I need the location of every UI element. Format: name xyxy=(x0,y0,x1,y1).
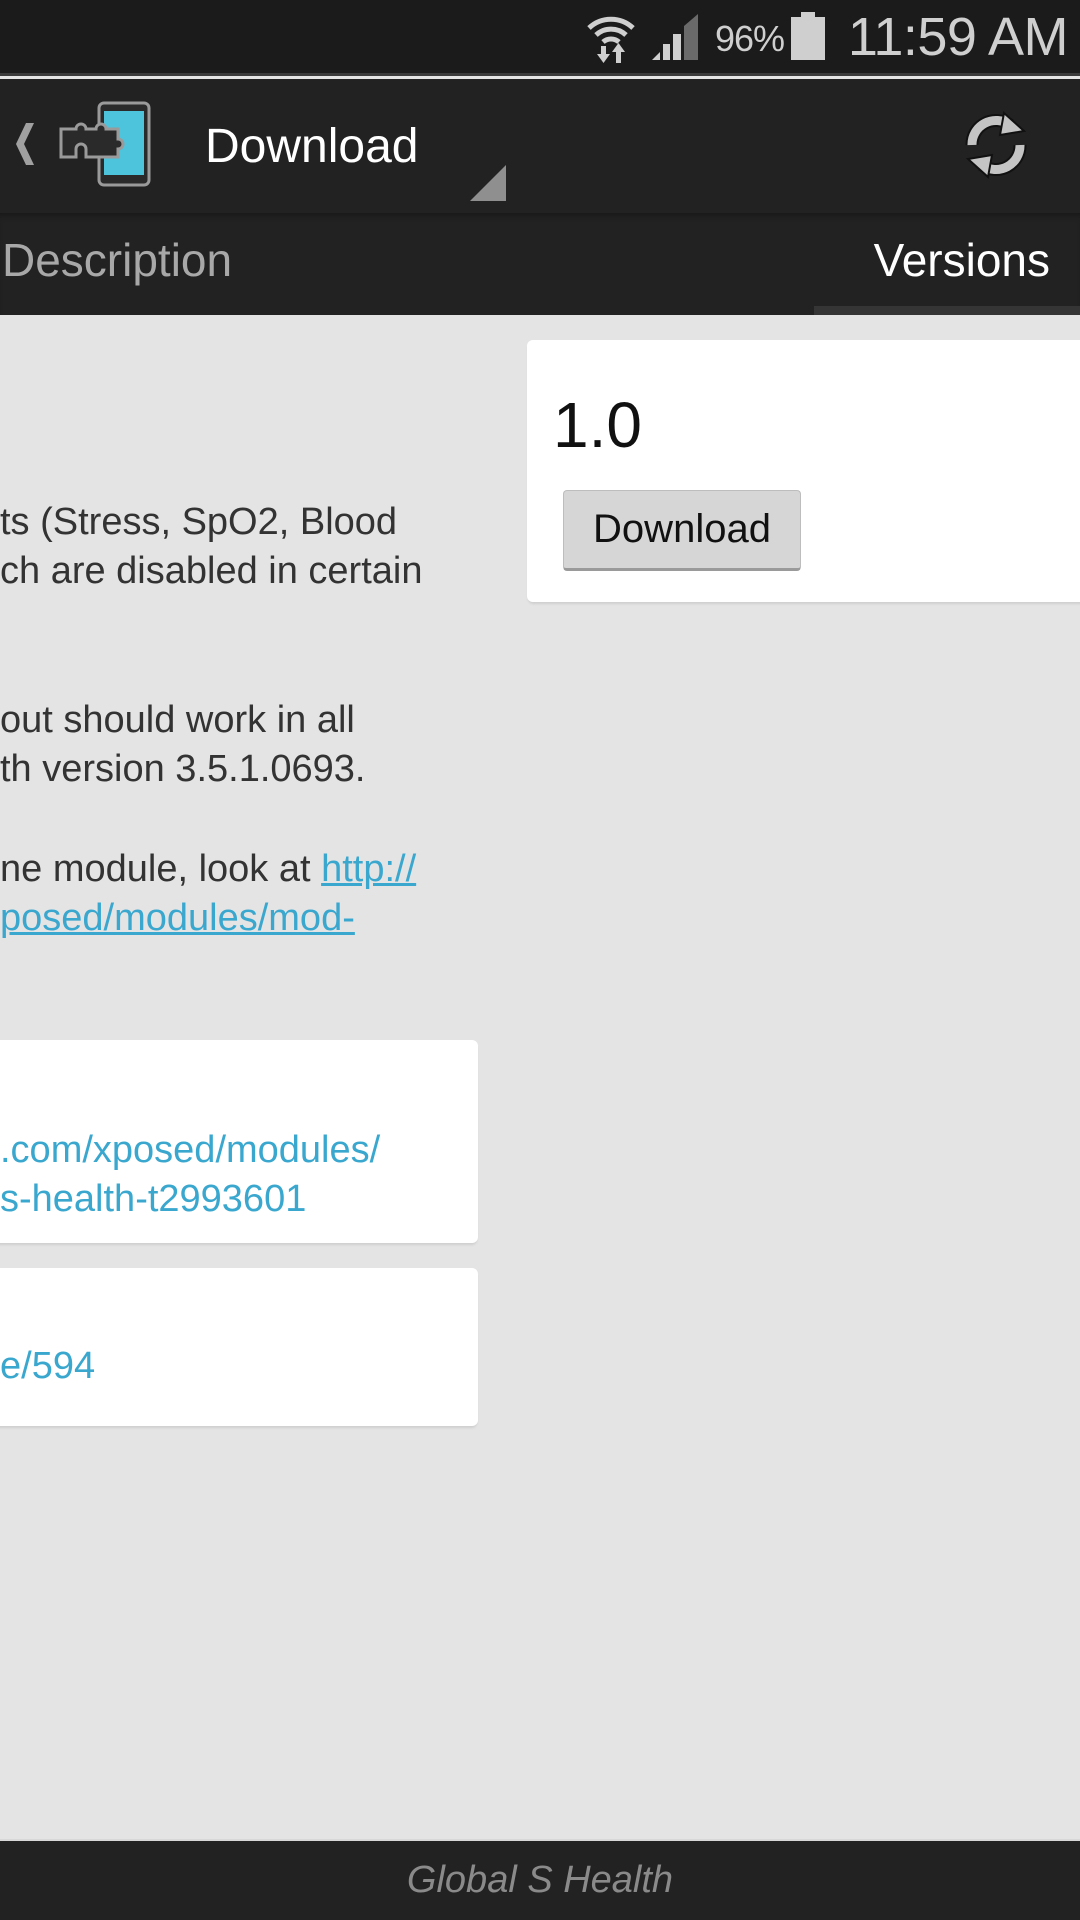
cell-signal-icon xyxy=(652,14,698,60)
wifi-data-transfer-icon xyxy=(587,16,635,63)
description-paragraph: ts (Stress, SpO2, Blood ch are disabled … xyxy=(0,498,422,596)
version-card: 1.0 Download xyxy=(527,340,1080,602)
clock: 11:59 AM xyxy=(847,7,1069,67)
chevron-left-icon[interactable] xyxy=(12,121,36,167)
tab-active-indicator xyxy=(814,306,1080,315)
source-link[interactable]: e/594 xyxy=(0,1342,95,1391)
module-name-label: Global S Health xyxy=(406,1859,674,1901)
description-line: th version 3.5.1.0693. xyxy=(0,748,366,790)
tab-bar: Description Versions xyxy=(0,213,1080,315)
action-bar: Download xyxy=(0,79,1080,213)
description-line: ts (Stress, SpO2, Blood xyxy=(0,501,398,543)
content-area[interactable]: ts (Stress, SpO2, Blood ch are disabled … xyxy=(0,315,1080,1839)
tab-description[interactable]: Description xyxy=(2,233,232,287)
source-card[interactable]: e/594 xyxy=(0,1268,478,1426)
description-link[interactable]: http:// xyxy=(321,848,416,890)
description-paragraph: out should work in all th version 3.5.1.… xyxy=(0,696,365,794)
description-line: ch are disabled in certain xyxy=(0,550,423,592)
battery-percent: 96% xyxy=(715,18,785,59)
status-bar: 96% 11:59 AM xyxy=(0,0,1080,76)
version-name: 1.0 xyxy=(553,389,642,461)
dropdown-indicator-icon[interactable] xyxy=(470,165,506,201)
support-link[interactable]: .com/xposed/modules/ s-health-t2993601 xyxy=(0,1126,380,1224)
tab-versions[interactable]: Versions xyxy=(874,233,1050,287)
support-card[interactable]: .com/xposed/modules/ s-health-t2993601 xyxy=(0,1040,478,1243)
description-line: out should work in all xyxy=(0,699,355,741)
refresh-icon[interactable] xyxy=(958,107,1034,183)
download-button[interactable]: Download xyxy=(563,490,801,571)
description-text: ne module, look at xyxy=(0,848,322,890)
description-link[interactable]: posed/modules/mod- xyxy=(0,897,355,939)
description-paragraph: ne module, look at http:// posed/modules… xyxy=(0,845,416,943)
screen-title[interactable]: Download xyxy=(205,119,418,174)
bottom-bar: Global S Health xyxy=(0,1839,1080,1920)
xposed-puzzle-phone-icon[interactable] xyxy=(58,101,158,191)
battery-icon xyxy=(791,12,825,60)
